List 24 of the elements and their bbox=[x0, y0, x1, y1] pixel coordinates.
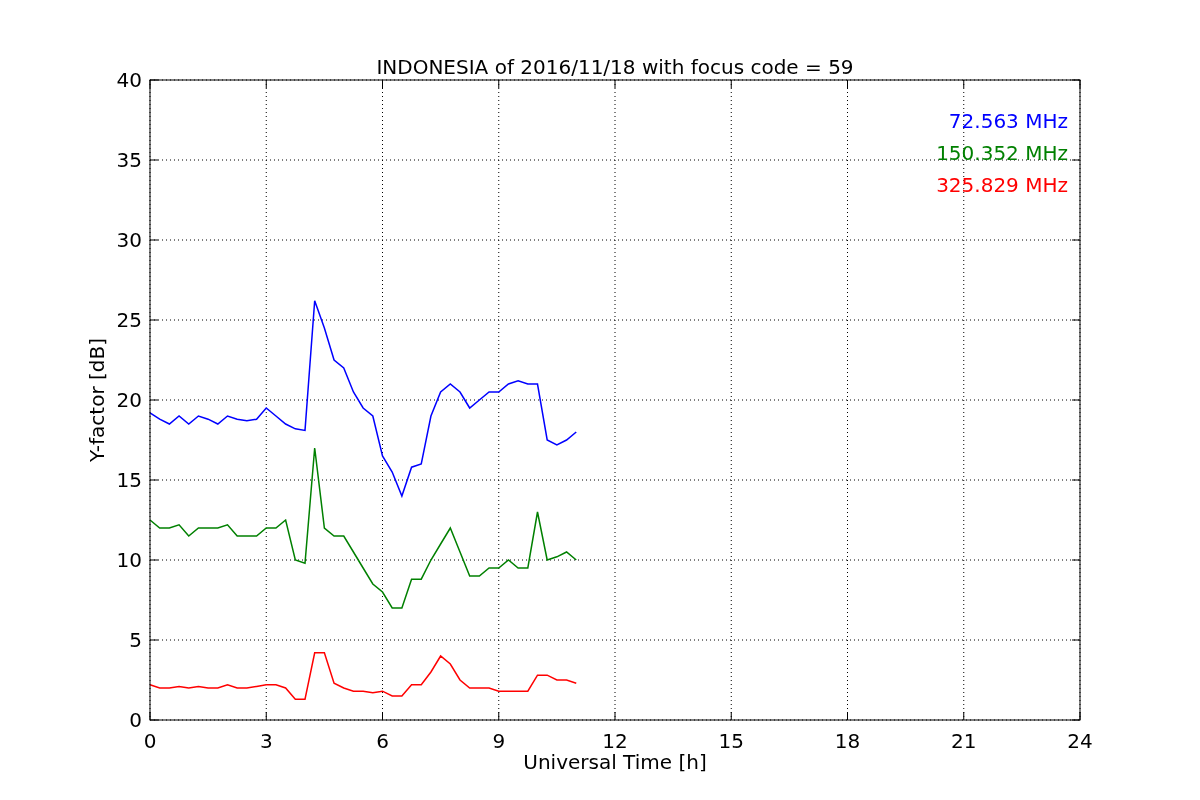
x-tick-label: 6 bbox=[376, 729, 389, 753]
x-tick-label: 0 bbox=[143, 729, 157, 753]
x-tick-label: 18 bbox=[834, 729, 861, 753]
x-tick-label: 3 bbox=[259, 729, 273, 753]
y-tick-label: 35 bbox=[116, 148, 142, 172]
y-tick-label: 30 bbox=[116, 228, 142, 252]
legend-label: 72.563 MHz bbox=[948, 109, 1068, 133]
x-tick-label: 15 bbox=[718, 729, 744, 753]
y-tick-label: 20 bbox=[116, 388, 142, 412]
chart-title: INDONESIA of 2016/11/18 with focus code = 59 bbox=[376, 55, 854, 79]
x-tick-label: 21 bbox=[951, 729, 977, 753]
y-tick-label: 15 bbox=[116, 468, 142, 492]
legend-label: 150.352 MHz bbox=[936, 141, 1068, 165]
legend-label: 325.829 MHz bbox=[936, 173, 1068, 197]
y-tick-label: 10 bbox=[116, 548, 142, 572]
y-tick-label: 0 bbox=[129, 708, 142, 732]
y-tick-label: 40 bbox=[116, 68, 142, 92]
x-tick-label: 12 bbox=[602, 729, 628, 753]
x-axis-label: Universal Time [h] bbox=[523, 750, 707, 774]
y-tick-label: 25 bbox=[116, 308, 142, 332]
y-axis-label: Y-factor [dB] bbox=[85, 338, 109, 462]
x-tick-label: 24 bbox=[1067, 729, 1093, 753]
x-tick-label: 9 bbox=[492, 729, 506, 753]
y-tick-label: 5 bbox=[129, 628, 142, 652]
